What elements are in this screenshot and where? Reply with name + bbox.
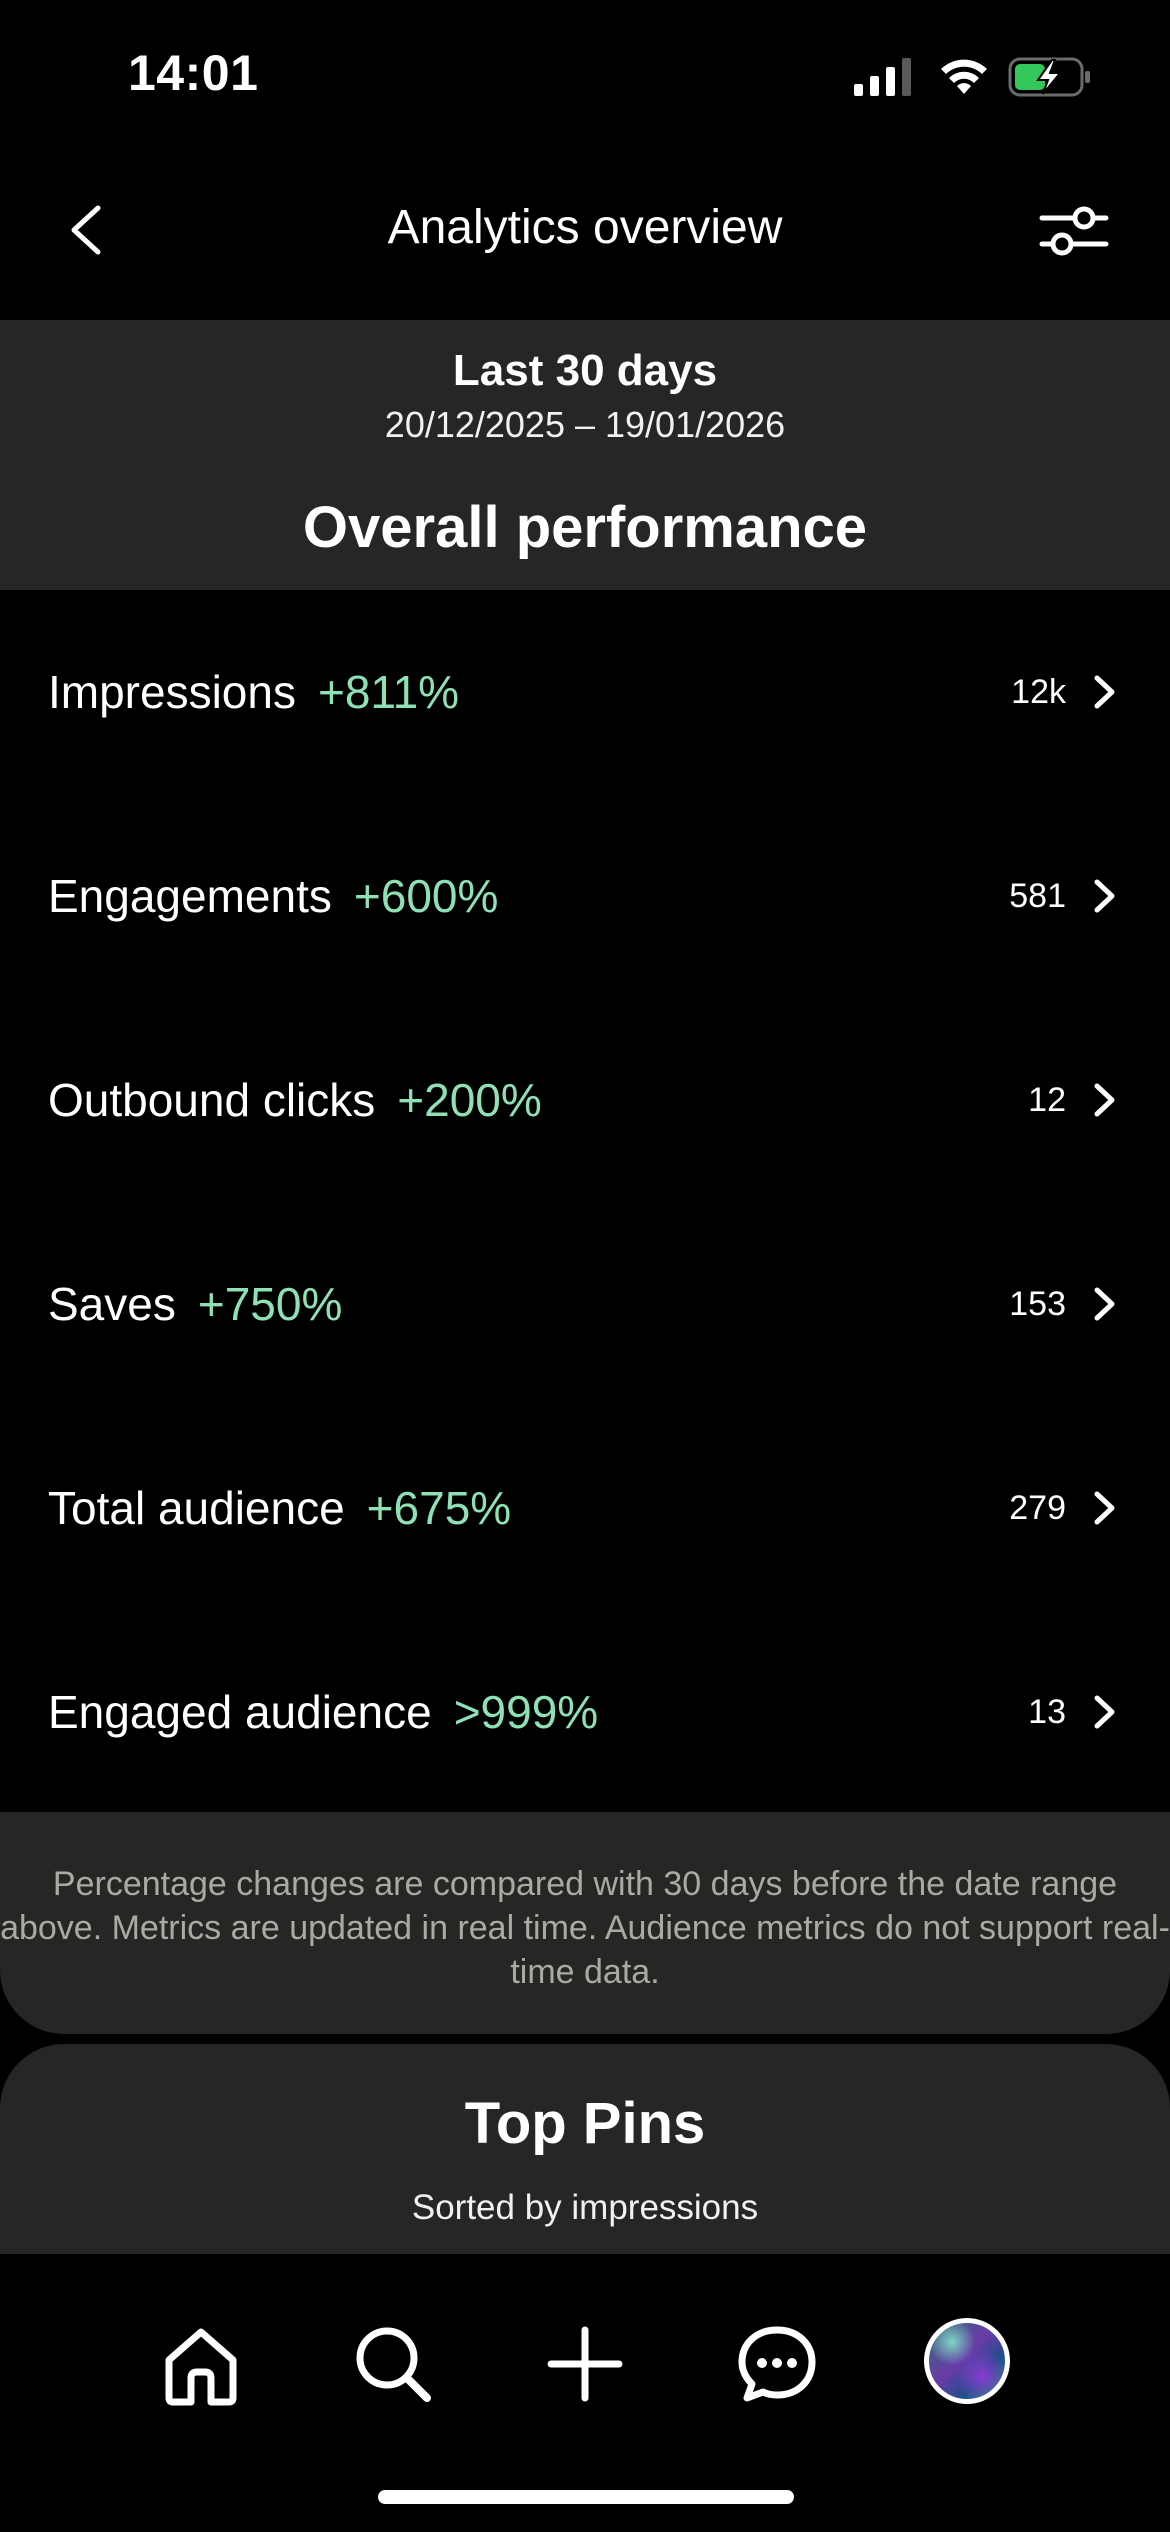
metric-value: 279	[1009, 1488, 1066, 1527]
chevron-right-icon	[1094, 1695, 1115, 1729]
cellular-signal-icon	[854, 58, 914, 96]
nav-create-button[interactable]	[537, 2316, 633, 2412]
wifi-icon	[938, 54, 990, 96]
section-title-overall-performance: Overall performance	[302, 495, 868, 560]
metric-change: +675%	[366, 1482, 512, 1534]
metric-change: +811%	[317, 666, 460, 718]
chevron-right-icon	[1094, 1083, 1115, 1117]
metric-change: >999%	[453, 1686, 599, 1738]
metric-change: +750%	[197, 1278, 343, 1330]
metric-value: 153	[1009, 1284, 1066, 1323]
metric-name: Saves	[48, 1278, 176, 1330]
metric-value: 581	[1009, 876, 1066, 915]
nav-search-button[interactable]	[345, 2316, 441, 2412]
search-icon	[356, 2327, 431, 2402]
metric-name: Impressions	[48, 666, 296, 718]
battery-charging-icon	[1008, 56, 1092, 98]
metric-value: 12k	[1011, 672, 1066, 711]
metric-row-engaged-audience[interactable]: Engaged audience >999% 13	[0, 1610, 1170, 1814]
info-note-text: Percentage changes are compared with 30 …	[0, 1865, 1170, 1991]
chevron-right-icon	[1094, 879, 1115, 913]
filter-button[interactable]	[1036, 198, 1112, 262]
create-plus-icon	[547, 2326, 623, 2402]
metric-row-engagements[interactable]: Engagements +600% 581	[0, 794, 1170, 998]
home-icon	[165, 2328, 237, 2406]
messages-icon	[738, 2326, 816, 2402]
date-range-dates: 20/12/2025 – 19/01/2026	[384, 404, 786, 445]
metric-row-impressions[interactable]: Impressions +811% 12k	[0, 590, 1170, 794]
date-range-label: Last 30 days	[452, 346, 718, 395]
metric-value: 12	[1028, 1080, 1066, 1119]
metric-change: +200%	[397, 1074, 542, 1126]
metric-name: Total audience	[48, 1482, 345, 1534]
metric-row-saves[interactable]: Saves +750% 153	[0, 1202, 1170, 1406]
metric-value: 13	[1028, 1692, 1066, 1731]
chevron-right-icon	[1094, 675, 1115, 709]
metric-row-total-audience[interactable]: Total audience +675% 279	[0, 1406, 1170, 1610]
chevron-right-icon	[1094, 1491, 1115, 1525]
sliders-icon	[1039, 206, 1109, 256]
metric-change: +600%	[353, 870, 499, 922]
metric-name: Outbound clicks	[48, 1074, 376, 1126]
chevron-right-icon	[1094, 1287, 1115, 1321]
nav-profile-avatar[interactable]	[924, 2318, 1010, 2404]
metric-name: Engagements	[48, 870, 332, 922]
home-indicator	[378, 2490, 794, 2504]
nav-home-button[interactable]	[153, 2316, 249, 2412]
metric-row-outbound-clicks[interactable]: Outbound clicks +200% 12	[0, 998, 1170, 1202]
status-time: 14:01	[128, 45, 259, 101]
nav-messages-button[interactable]	[729, 2316, 825, 2412]
top-pins-title: Top Pins	[464, 2091, 706, 2156]
metric-name: Engaged audience	[48, 1686, 432, 1738]
page-title: Analytics overview	[387, 201, 783, 254]
top-pins-subtitle: Sorted by impressions	[411, 2188, 759, 2227]
